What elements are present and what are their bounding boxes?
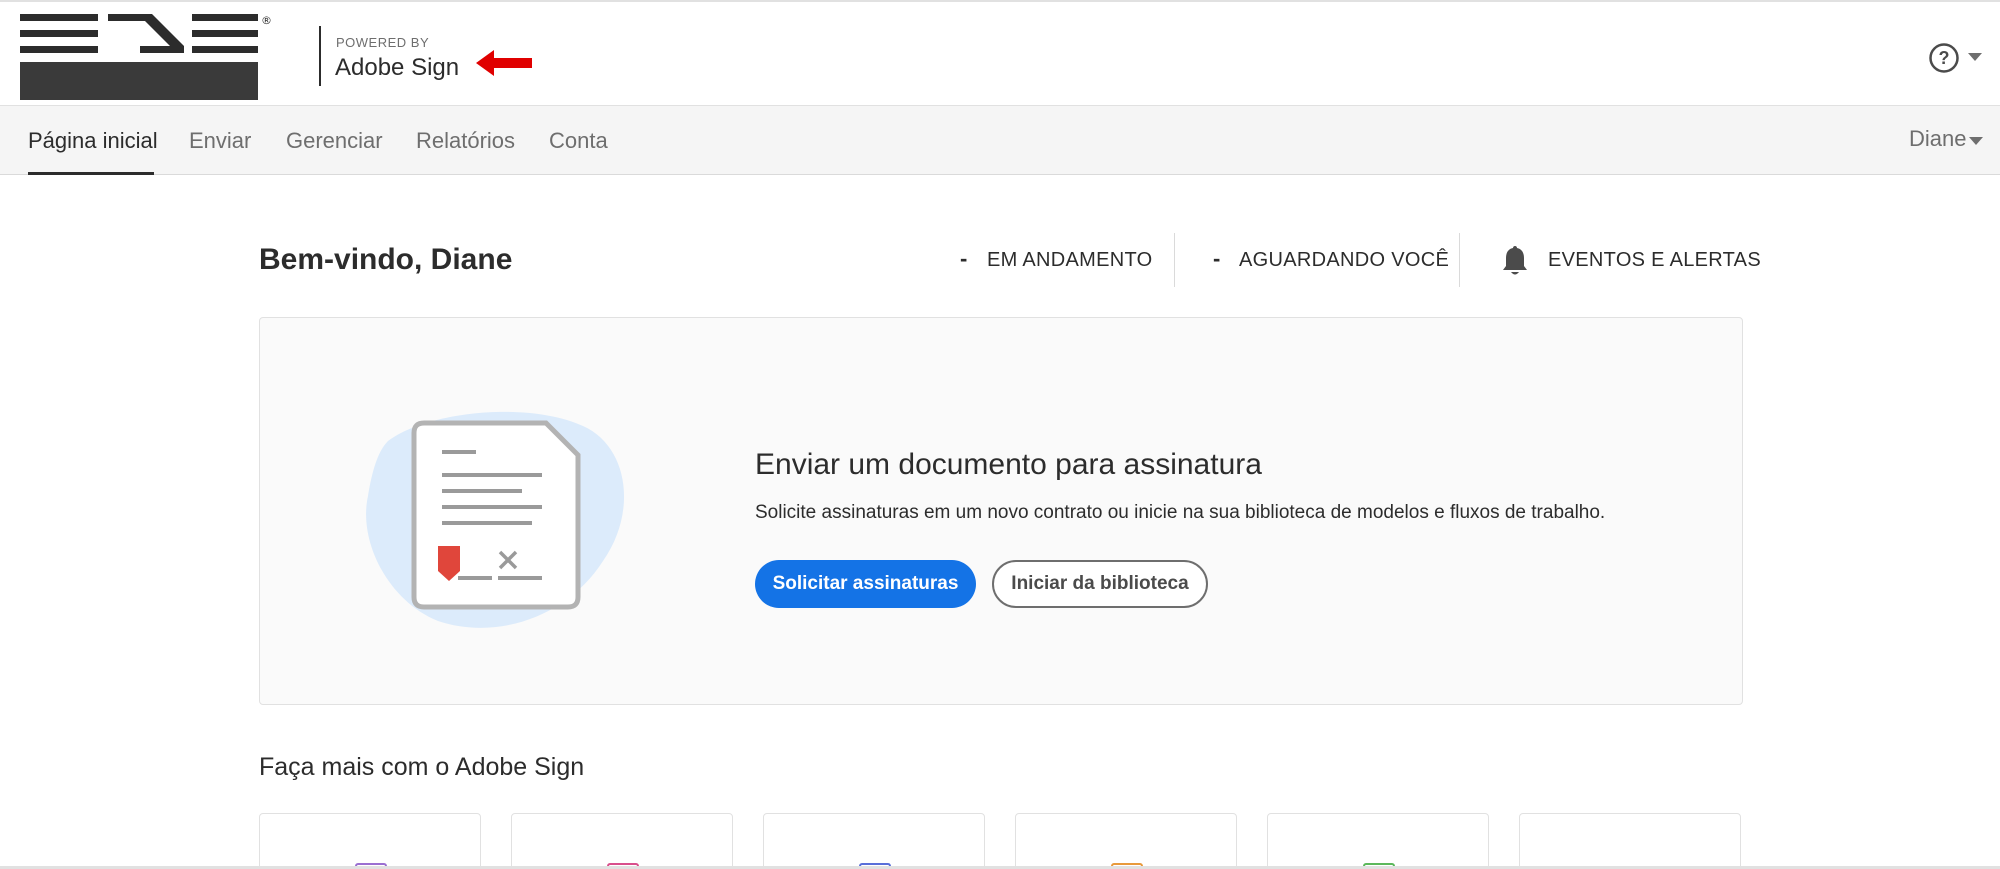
tab-conta[interactable]: Conta: [549, 128, 608, 154]
waiting-label[interactable]: AGUARDANDO VOCÊ: [1239, 249, 1449, 272]
events-alerts-label[interactable]: EVENTOS E ALERTAS: [1548, 249, 1761, 272]
tab-enviar[interactable]: Enviar: [189, 128, 251, 154]
status-divider: [1174, 233, 1175, 287]
user-menu[interactable]: Diane: [1909, 126, 1966, 152]
more-section-title: Faça mais com o Adobe Sign: [259, 753, 585, 781]
feature-card[interactable]: [763, 813, 985, 869]
tab-relatorios[interactable]: Relatórios: [416, 128, 515, 154]
main-nav: Página inicial Enviar Gerenciar Relatóri…: [0, 106, 2000, 175]
top-header: ® POWERED BY Adobe Sign ?: [0, 0, 2000, 106]
waiting-count[interactable]: -: [1213, 246, 1220, 272]
status-divider: [1459, 233, 1460, 287]
feature-card[interactable]: [1015, 813, 1237, 869]
send-document-card: Enviar um documento para assinatura Soli…: [259, 317, 1743, 705]
svg-text:?: ?: [1939, 48, 1950, 68]
welcome-title: Bem-vindo, Diane: [259, 243, 513, 276]
document-signature-icon: [366, 411, 625, 628]
chevron-down-icon[interactable]: [1968, 52, 1982, 62]
feature-card[interactable]: [259, 813, 481, 869]
hero-title: Enviar um documento para assinatura: [755, 448, 1262, 481]
red-arrow-icon: [476, 50, 532, 76]
hero-description: Solicite assinaturas em um novo contrato…: [755, 502, 1606, 523]
tab-pagina-inicial[interactable]: Página inicial: [28, 128, 158, 154]
start-from-library-button[interactable]: Iniciar da biblioteca: [992, 560, 1208, 608]
feature-card[interactable]: [511, 813, 733, 869]
in-progress-count[interactable]: -: [960, 246, 967, 272]
request-signatures-button[interactable]: Solicitar assinaturas: [755, 560, 976, 608]
tab-gerenciar[interactable]: Gerenciar: [286, 128, 383, 154]
logo-divider: [319, 26, 321, 86]
powered-by-label: POWERED BY: [336, 35, 430, 50]
bell-icon[interactable]: [1500, 244, 1530, 278]
feature-card[interactable]: [1519, 813, 1741, 869]
active-tab-indicator: [28, 172, 154, 175]
in-progress-label[interactable]: EM ANDAMENTO: [987, 249, 1152, 272]
adobe-sign-brand: Adobe Sign: [335, 54, 460, 81]
feature-card[interactable]: [1267, 813, 1489, 869]
svg-text:®: ®: [261, 14, 272, 27]
help-icon[interactable]: ?: [1928, 42, 1960, 74]
ens-logo[interactable]: ®: [20, 10, 276, 102]
chevron-down-icon[interactable]: [1969, 136, 1983, 146]
